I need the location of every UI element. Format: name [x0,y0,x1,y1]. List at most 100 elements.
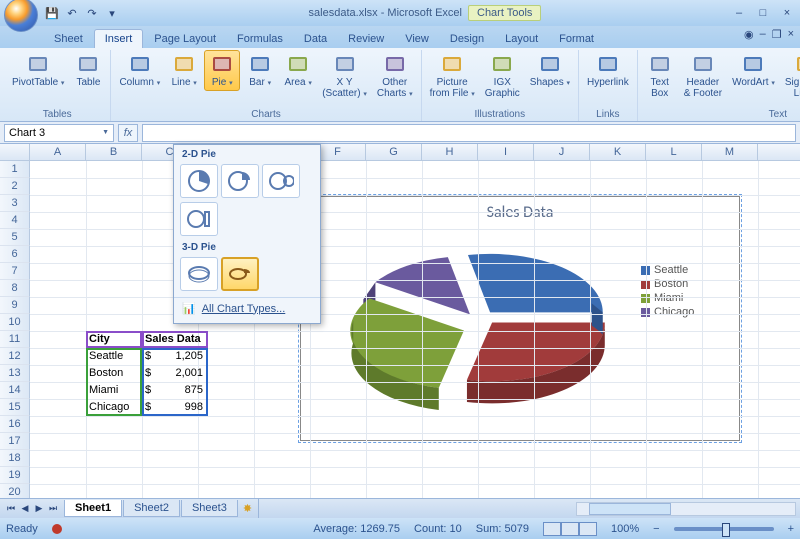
new-sheet-button[interactable]: ✸ [243,502,252,515]
pie-3d-option-2-exploded[interactable] [221,257,259,291]
pie-dropdown-icon: ▾ [229,80,233,87]
help-icon[interactable]: ◉ [744,28,754,41]
pie-2d-option-1[interactable] [180,164,218,198]
other-charts-button[interactable]: OtherCharts ▾ [373,50,417,101]
row-header-1[interactable]: 1 [0,161,30,178]
row-header-3[interactable]: 3 [0,195,30,212]
qat-dropdown-icon[interactable]: ▾ [104,5,120,21]
tab-view[interactable]: View [395,30,439,48]
view-normal-button[interactable] [543,522,561,536]
fx-button[interactable]: fx [118,124,138,142]
save-icon[interactable]: 💾 [44,5,60,21]
row-header-18[interactable]: 18 [0,450,30,467]
select-all-corner[interactable] [0,144,30,160]
row-header-20[interactable]: 20 [0,484,30,498]
formula-input[interactable] [142,124,796,142]
sheet-tab-sheet1[interactable]: Sheet1 [64,500,122,517]
row-header-12[interactable]: 12 [0,348,30,365]
tab-review[interactable]: Review [338,30,394,48]
name-box-dropdown-icon[interactable]: ▼ [102,129,109,136]
row-header-6[interactable]: 6 [0,246,30,263]
column-header-J[interactable]: J [534,144,590,160]
igx-graphic-button[interactable]: IGXGraphic [481,50,524,101]
row-header-15[interactable]: 15 [0,399,30,416]
bar-button[interactable]: Bar ▾ [242,50,278,91]
row-header-11[interactable]: 11 [0,331,30,348]
minimize-button[interactable]: – [730,7,748,19]
zoom-level[interactable]: 100% [611,523,639,535]
row-header-14[interactable]: 14 [0,382,30,399]
row-header-7[interactable]: 7 [0,263,30,280]
row-header-5[interactable]: 5 [0,229,30,246]
macro-record-icon[interactable] [52,524,62,534]
undo-icon[interactable]: ↶ [64,5,80,21]
tab-format[interactable]: Format [549,30,604,48]
pie-button[interactable]: Pie ▾ [204,50,240,91]
hyperlink-button[interactable]: Hyperlink [583,50,633,91]
column-header-G[interactable]: G [366,144,422,160]
sheet-nav-prev-icon[interactable]: ◀ [18,503,32,514]
zoom-out-button[interactable]: − [653,523,659,535]
row-header-19[interactable]: 19 [0,467,30,484]
maximize-button[interactable]: □ [754,7,772,19]
row-header-13[interactable]: 13 [0,365,30,382]
column-header-A[interactable]: A [30,144,86,160]
mdi-close-button[interactable]: × [788,28,794,41]
column-header-L[interactable]: L [646,144,702,160]
column-header-I[interactable]: I [478,144,534,160]
column-header-B[interactable]: B [86,144,142,160]
redo-icon[interactable]: ↷ [84,5,100,21]
tab-sheet[interactable]: Sheet [44,30,93,48]
mdi-minimize-button[interactable]: – [760,28,766,41]
column-button[interactable]: Column ▾ [115,50,164,91]
row-header-17[interactable]: 17 [0,433,30,450]
tab-data[interactable]: Data [294,30,337,48]
pie-chart-plot[interactable] [309,226,641,431]
row-header-8[interactable]: 8 [0,280,30,297]
pivottable-dropdown-icon: ▾ [61,80,65,87]
close-button[interactable]: × [778,7,796,19]
tab-layout[interactable]: Layout [495,30,548,48]
zoom-in-button[interactable]: + [788,523,794,535]
pivottable-button[interactable]: PivotTable ▾ [8,50,68,91]
column-header-K[interactable]: K [590,144,646,160]
sheet-nav-next-icon[interactable]: ▶ [32,503,46,514]
all-chart-types-link[interactable]: 📊 All Chart Types... [174,297,320,319]
zoom-slider[interactable] [674,527,774,531]
horizontal-scrollbar[interactable] [576,502,796,516]
name-box[interactable]: Chart 3 ▼ [4,124,114,142]
x-y-scatter--button[interactable]: X Y(Scatter) ▾ [318,50,371,101]
tab-design[interactable]: Design [440,30,494,48]
sheet-tab-sheet3[interactable]: Sheet3 [181,500,238,517]
picture-from-file-button[interactable]: Picturefrom File ▾ [426,50,479,101]
pie-3d-option-1[interactable] [180,257,218,291]
row-header-9[interactable]: 9 [0,297,30,314]
tab-page-layout[interactable]: Page Layout [144,30,226,48]
sheet-nav-last-icon[interactable]: ⏭ [46,503,60,514]
wordart-button[interactable]: WordArt ▾ [728,50,779,91]
view-layout-button[interactable] [561,522,579,536]
text-box-button[interactable]: TextBox [642,50,678,101]
sheet-tab-sheet2[interactable]: Sheet2 [123,500,180,517]
tab-insert[interactable]: Insert [94,29,144,48]
table-button[interactable]: Table [70,50,106,91]
pie-2d-option-4[interactable] [180,202,218,236]
row-header-10[interactable]: 10 [0,314,30,331]
view-pagebreak-button[interactable] [579,522,597,536]
row-header-2[interactable]: 2 [0,178,30,195]
header-footer-button[interactable]: Header& Footer [680,50,726,101]
mdi-restore-button[interactable]: ❐ [772,28,782,41]
cells-area[interactable]: Sales Data [30,161,800,498]
tab-formulas[interactable]: Formulas [227,30,293,48]
row-header-16[interactable]: 16 [0,416,30,433]
shapes-button[interactable]: Shapes ▾ [526,50,574,91]
pie-2d-option-2[interactable] [221,164,259,198]
column-header-M[interactable]: M [702,144,758,160]
pie-2d-option-3[interactable] [262,164,300,198]
signature-line-button[interactable]: SignatureLine ▾ [781,50,800,101]
sheet-nav-first-icon[interactable]: ⏮ [4,503,18,514]
area-button[interactable]: Area ▾ [280,50,316,91]
line-button[interactable]: Line ▾ [166,50,202,91]
row-header-4[interactable]: 4 [0,212,30,229]
column-header-H[interactable]: H [422,144,478,160]
